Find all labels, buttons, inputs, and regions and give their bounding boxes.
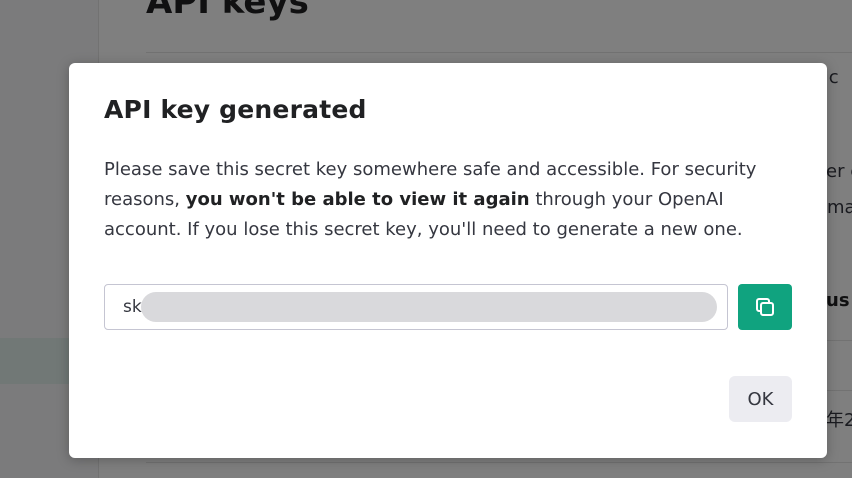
page: API keys t c er c ma us 年2 API key gener… bbox=[0, 0, 852, 478]
redaction-mask bbox=[141, 292, 717, 322]
secret-key-value[interactable]: sk bbox=[123, 297, 142, 317]
description-emphasis: you won't be able to view it again bbox=[185, 189, 530, 210]
api-key-dialog: API key generated Please save this secre… bbox=[69, 63, 827, 458]
dialog-description: Please save this secret key somewhere sa… bbox=[104, 155, 794, 245]
secret-key-field[interactable]: sk bbox=[104, 284, 728, 330]
dialog-title: API key generated bbox=[104, 95, 367, 124]
copy-icon bbox=[756, 298, 774, 316]
copy-button[interactable] bbox=[738, 284, 792, 330]
ok-button[interactable]: OK bbox=[729, 376, 792, 422]
